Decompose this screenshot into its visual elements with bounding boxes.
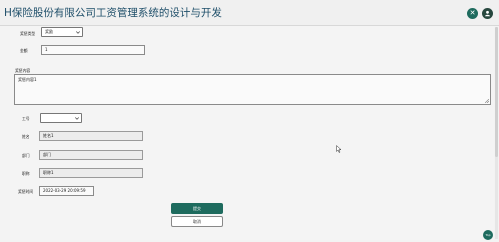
name-field[interactable]: 姓名1 — [39, 131, 143, 141]
name-label: 姓名 — [22, 134, 30, 139]
user-icon[interactable] — [482, 8, 493, 19]
mouse-cursor-icon — [336, 145, 342, 153]
content-label: 奖惩内容 — [15, 68, 31, 73]
position-field[interactable]: 职称1 — [39, 168, 143, 178]
page-title: H保险股份有限公司工资管理系统的设计与开发 — [4, 7, 222, 19]
chevron-down-icon — [76, 31, 80, 34]
content-textarea[interactable]: 奖惩内容1 — [14, 74, 491, 105]
dept-label: 部门 — [22, 153, 30, 158]
type-select[interactable]: 奖励 — [41, 27, 83, 37]
amount-label: 金额 — [20, 48, 28, 53]
type-label: 奖惩类型 — [20, 31, 36, 36]
time-input[interactable]: 2022-03-29 20:09:59 — [39, 186, 94, 196]
dept-field[interactable]: 部门 — [39, 150, 143, 160]
emp-no-select[interactable] — [40, 113, 82, 123]
emp-no-label: 工号 — [22, 116, 30, 121]
scrollbar-thumb[interactable] — [495, 27, 498, 157]
close-icon[interactable]: ✕ — [467, 8, 478, 19]
amount-input[interactable]: 1 — [41, 45, 145, 55]
app-header: H保险股份有限公司工资管理系统的设计与开发 ✕ — [0, 0, 499, 26]
position-label: 职称 — [22, 171, 30, 176]
time-label: 奖惩时间 — [18, 189, 34, 194]
submit-button[interactable]: 提交 — [171, 203, 223, 214]
back-to-top-button[interactable]: Top — [483, 230, 493, 240]
form-panel: 奖惩类型 奖励 金额 1 奖惩内容 奖惩内容1 工号 姓名 姓名1 部门 部门 … — [10, 26, 494, 240]
cancel-button[interactable]: 取消 — [171, 216, 223, 227]
content-textarea-value: 奖惩内容1 — [18, 77, 37, 82]
vertical-scrollbar[interactable] — [495, 27, 498, 239]
chevron-down-icon — [75, 117, 79, 120]
resize-handle-icon[interactable] — [485, 99, 489, 103]
type-select-value: 奖励 — [45, 29, 53, 34]
